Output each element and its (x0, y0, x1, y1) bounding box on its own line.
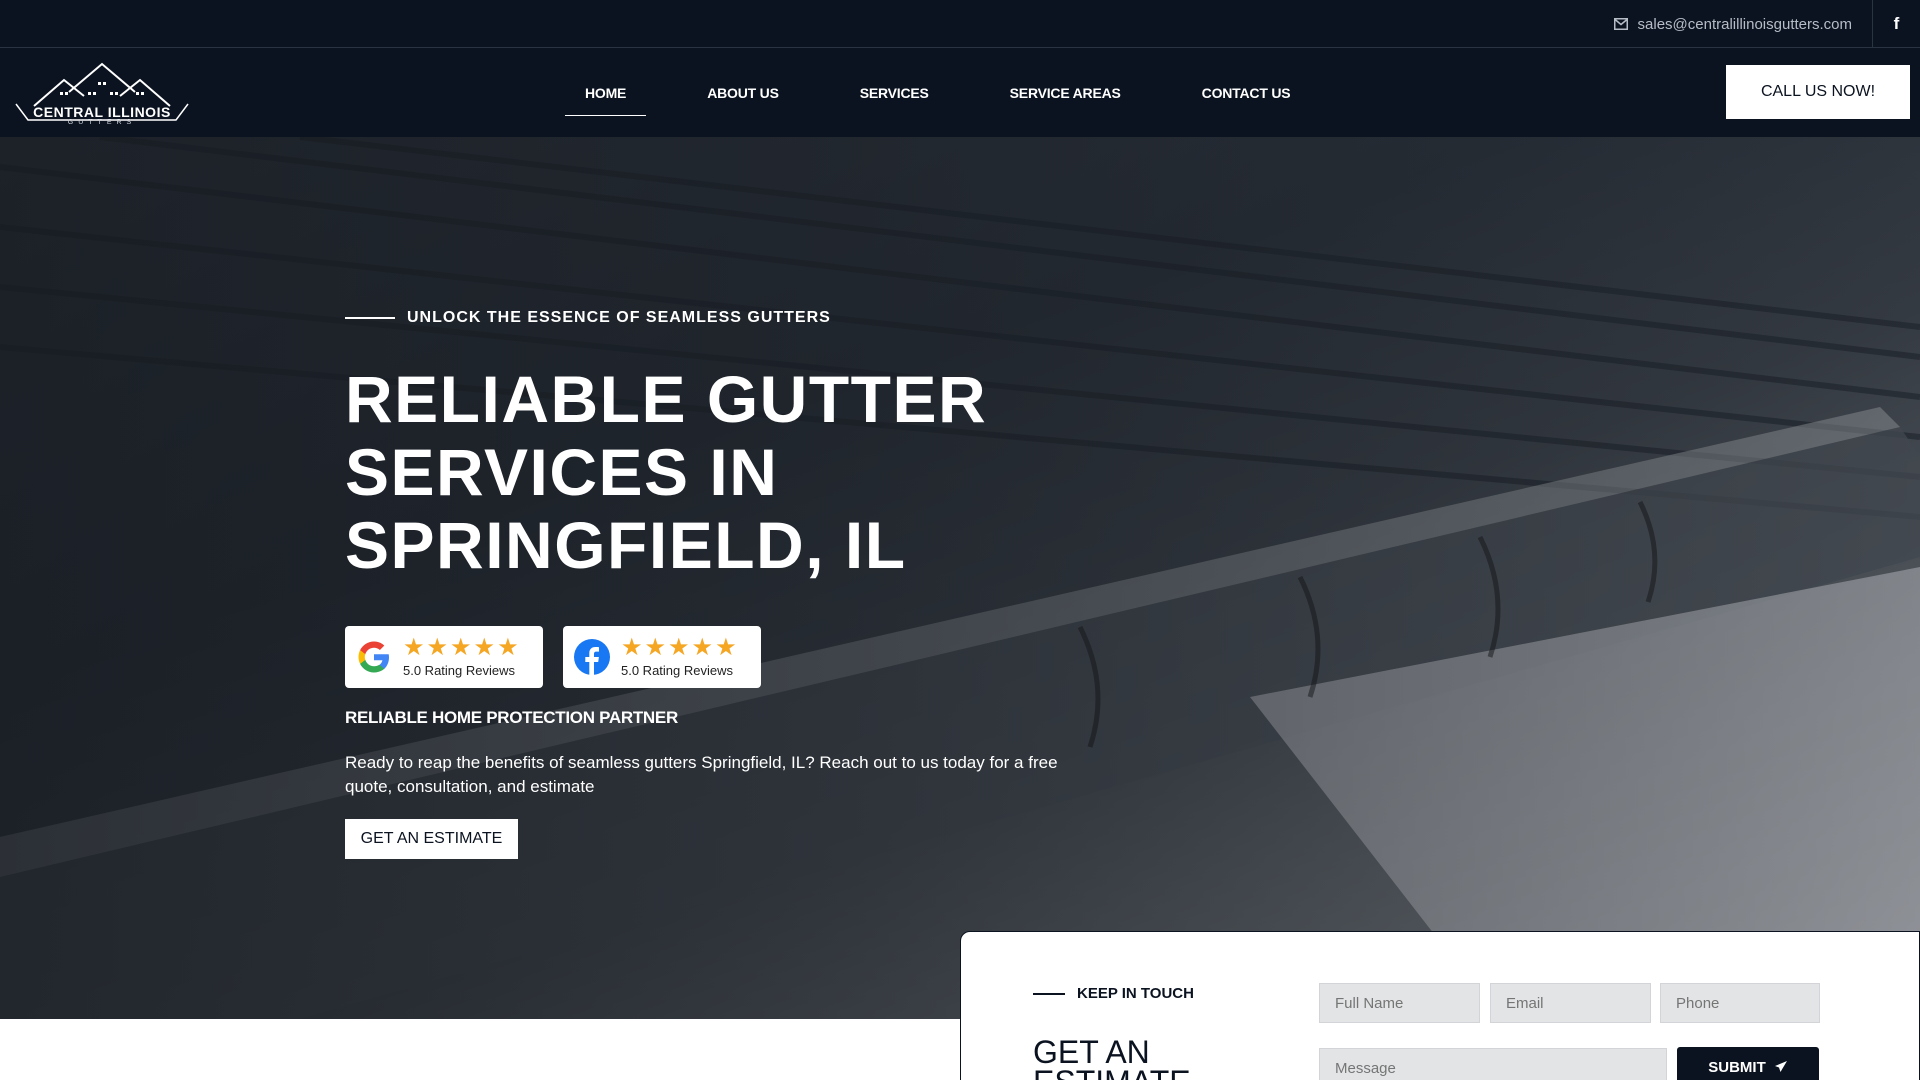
star-rating: ★★★★★ (403, 634, 521, 661)
submit-label: SUBMIT (1708, 1058, 1766, 1076)
facebook-glyph: f (1893, 14, 1900, 33)
rating-text: 5.0 Rating Reviews (403, 663, 515, 678)
email-link[interactable]: sales@centralillinoisgutters.com (1613, 0, 1852, 48)
headline-line-2: SERVICES IN (345, 435, 779, 509)
nav-item-service-areas[interactable]: SERVICE AREAS (990, 70, 1141, 116)
main-navigation: CENTRAL ILLINOIS GUTTERS HOME ABOUT US S… (0, 48, 1920, 137)
hero-eyebrow-text: UNLOCK THE ESSENCE OF SEAMLESS GUTTERS (407, 309, 831, 326)
paper-plane-icon (1774, 1061, 1787, 1072)
hero-section: UNLOCK THE ESSENCE OF SEAMLESS GUTTERS R… (0, 137, 1920, 1019)
email-input[interactable] (1490, 983, 1651, 1023)
star-rating: ★★★★★ (621, 634, 739, 661)
google-review-badge[interactable]: ★★★★★ 5.0 Rating Reviews (345, 626, 543, 688)
nav-menu: HOME ABOUT US SERVICES SERVICE AREAS CON… (565, 48, 1351, 137)
form-eyebrow-text: KEEP IN TOUCH (1077, 985, 1194, 1002)
call-us-button[interactable]: CALL US NOW! (1726, 65, 1910, 119)
facebook-icon[interactable]: f (1872, 0, 1920, 48)
headline-line-3: SPRINGFIELD, IL (345, 508, 907, 582)
form-eyebrow: KEEP IN TOUCH (1033, 985, 1194, 1002)
nav-item-home[interactable]: HOME (565, 70, 647, 116)
get-estimate-button[interactable]: GET AN ESTIMATE (345, 819, 518, 859)
headline-line-1: RELIABLE GUTTER (345, 362, 988, 436)
email-text: sales@centralillinoisgutters.com (1637, 15, 1852, 33)
full-name-input[interactable] (1319, 983, 1480, 1023)
rating-text: 5.0 Rating Reviews (621, 663, 733, 678)
hero-description: Ready to reap the benefits of seamless g… (345, 753, 1058, 796)
form-eyebrow-line (1033, 992, 1065, 995)
estimate-form-card: KEEP IN TOUCH GET AN ESTIMATE SUBMIT (960, 931, 1920, 1080)
eyebrow-line (345, 317, 395, 319)
form-title: GET AN ESTIMATE (1033, 1034, 1191, 1080)
envelope-icon (1613, 18, 1628, 30)
hero-subheading: RELIABLE HOME PROTECTION PARTNER (345, 708, 678, 727)
logo-subtitle: GUTTERS (67, 119, 137, 126)
facebook-icon (574, 639, 610, 675)
nav-item-services[interactable]: SERVICES (840, 70, 949, 116)
facebook-review-badge[interactable]: ★★★★★ 5.0 Rating Reviews (563, 626, 761, 688)
phone-input[interactable] (1660, 983, 1820, 1023)
hero-headline: RELIABLE GUTTER SERVICES IN SPRINGFIELD,… (345, 363, 1045, 582)
nav-item-about-us[interactable]: ABOUT US (687, 70, 799, 116)
message-input[interactable] (1319, 1048, 1667, 1080)
submit-button[interactable]: SUBMIT (1677, 1047, 1819, 1080)
hero-eyebrow: UNLOCK THE ESSENCE OF SEAMLESS GUTTERS (345, 309, 831, 327)
logo-wordmark: CENTRAL ILLINOIS (33, 104, 171, 120)
nav-item-contact-us[interactable]: CONTACT US (1182, 70, 1311, 116)
top-bar: sales@centralillinoisgutters.com f (0, 0, 1920, 48)
google-icon (358, 641, 389, 673)
